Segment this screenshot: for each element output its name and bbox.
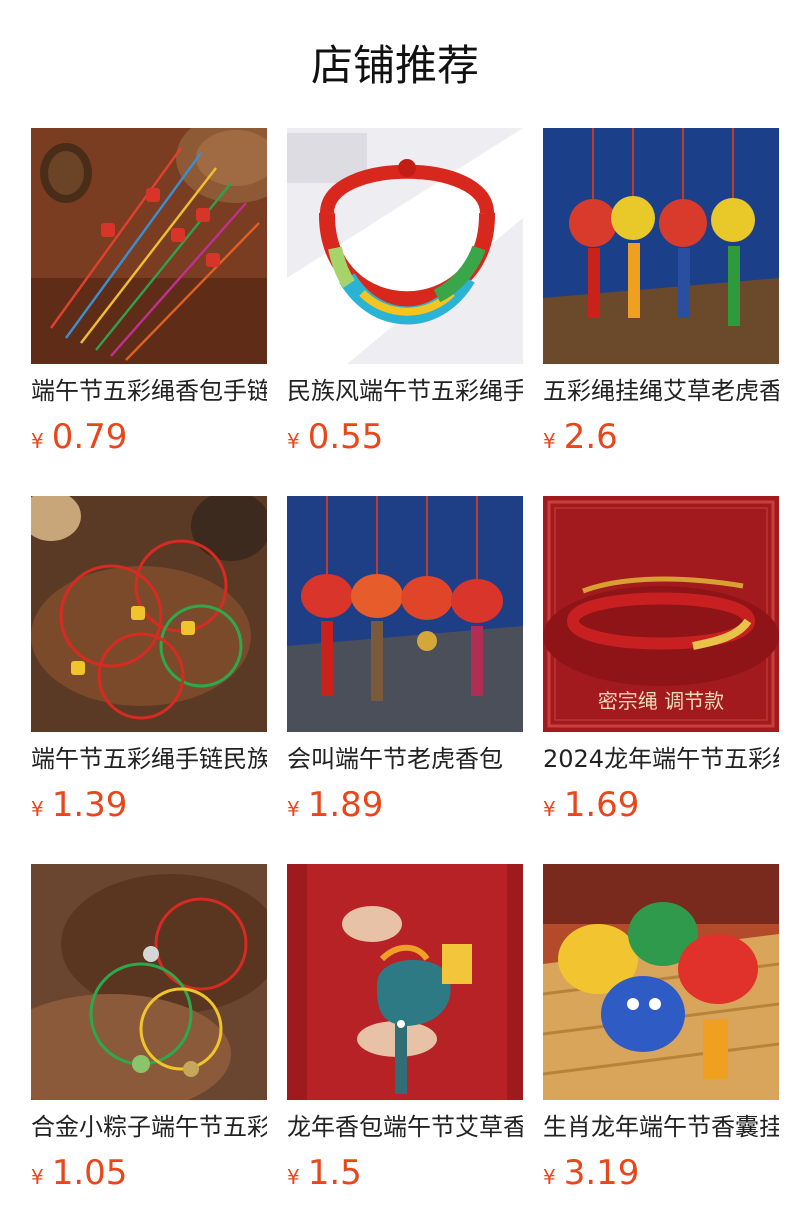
currency-symbol: ¥ [543, 797, 556, 821]
product-image[interactable]: 密宗绳 调节款 [543, 496, 779, 732]
price-value: 1.69 [563, 785, 640, 825]
product-card[interactable]: 五彩绳挂绳艾草老虎香包 ¥2.6 [543, 128, 779, 457]
product-price: ¥3.19 [543, 1151, 779, 1201]
product-price: ¥1.5 [287, 1151, 523, 1201]
currency-symbol: ¥ [287, 1165, 300, 1189]
product-price: ¥2.6 [543, 415, 779, 465]
product-name[interactable]: 合金小粽子端午节五彩绳 [31, 1111, 267, 1143]
product-image[interactable] [31, 496, 267, 732]
product-image[interactable] [31, 864, 267, 1100]
currency-symbol: ¥ [31, 1165, 44, 1189]
product-card[interactable]: 端午节五彩绳香包手链 ¥0.79 [31, 128, 267, 457]
product-card[interactable]: 龙年香包端午节艾草香囊 ¥1.5 [287, 864, 523, 1193]
product-image[interactable] [543, 128, 779, 364]
product-name[interactable]: 会叫端午节老虎香包 [287, 743, 523, 775]
product-image[interactable] [287, 496, 523, 732]
price-value: 1.05 [51, 1153, 128, 1193]
product-card[interactable]: 端午节五彩绳手链民族风 ¥1.39 [31, 496, 267, 825]
product-price: ¥0.79 [31, 415, 267, 465]
product-card[interactable]: 生肖龙年端午节香囊挂件 ¥3.19 [543, 864, 779, 1193]
price-value: 1.39 [51, 785, 128, 825]
currency-symbol: ¥ [287, 797, 300, 821]
product-image[interactable] [287, 864, 523, 1100]
product-name[interactable]: 2024龙年端午节五彩绳 [543, 743, 779, 775]
currency-symbol: ¥ [287, 429, 300, 453]
product-card[interactable]: 会叫端午节老虎香包 ¥1.89 [287, 496, 523, 825]
currency-symbol: ¥ [31, 797, 44, 821]
product-name[interactable]: 五彩绳挂绳艾草老虎香包 [543, 375, 779, 407]
product-price: ¥1.39 [31, 783, 267, 833]
currency-symbol: ¥ [543, 1165, 556, 1189]
product-card[interactable]: 密宗绳 调节款 2024龙年端午节五彩绳 ¥1.69 [543, 496, 779, 825]
product-price: ¥1.05 [31, 1151, 267, 1201]
product-name[interactable]: 端午节五彩绳手链民族风 [31, 743, 267, 775]
price-value: 3.19 [563, 1153, 640, 1193]
page-title: 店铺推荐 [310, 41, 479, 90]
price-value: 1.5 [307, 1153, 362, 1193]
price-value: 1.89 [307, 785, 384, 825]
product-image[interactable] [287, 128, 523, 364]
image-caption: 密宗绳 调节款 [598, 689, 724, 713]
price-value: 0.79 [51, 417, 128, 457]
product-image[interactable] [31, 128, 267, 364]
product-name[interactable]: 生肖龙年端午节香囊挂件 [543, 1111, 779, 1143]
product-grid: 端午节五彩绳香包手链 ¥0.79 民族风端午节五彩绳手镯 ¥0.55 [31, 128, 779, 1193]
product-card[interactable]: 合金小粽子端午节五彩绳 ¥1.05 [31, 864, 267, 1193]
currency-symbol: ¥ [31, 429, 44, 453]
price-value: 2.6 [563, 417, 618, 457]
product-price: ¥1.89 [287, 783, 523, 833]
product-name[interactable]: 民族风端午节五彩绳手镯 [287, 375, 523, 407]
currency-symbol: ¥ [543, 429, 556, 453]
product-price: ¥0.55 [287, 415, 523, 465]
product-name[interactable]: 龙年香包端午节艾草香囊 [287, 1111, 523, 1143]
product-name[interactable]: 端午节五彩绳香包手链 [31, 375, 267, 407]
product-card[interactable]: 民族风端午节五彩绳手镯 ¥0.55 [287, 128, 523, 457]
product-image[interactable] [543, 864, 779, 1100]
product-price: ¥1.69 [543, 783, 779, 833]
price-value: 0.55 [307, 417, 384, 457]
